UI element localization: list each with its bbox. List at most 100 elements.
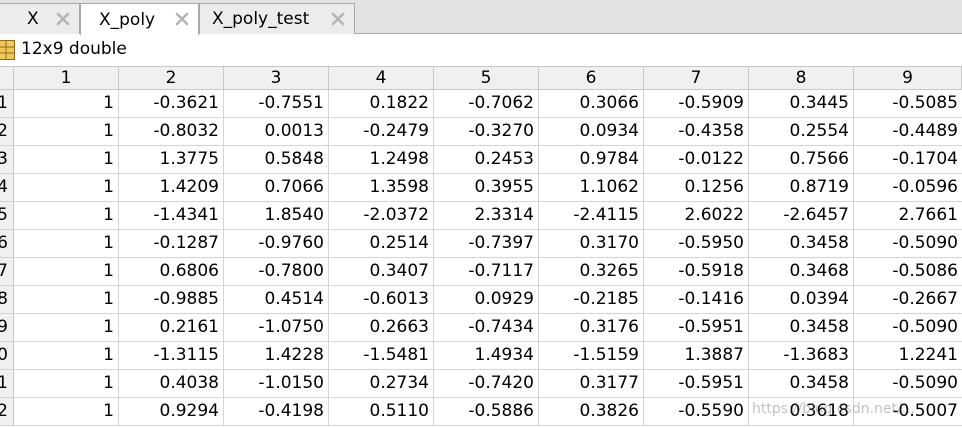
table-cell[interactable]: 2.6022	[644, 202, 749, 229]
table-cell[interactable]: 0.2161	[119, 314, 224, 341]
table-cell[interactable]: 1	[14, 202, 119, 229]
table-cell[interactable]: 1	[14, 174, 119, 201]
table-cell[interactable]: 0.3458	[749, 230, 854, 257]
table-cell[interactable]: 1.3775	[119, 146, 224, 173]
column-header[interactable]: 8	[749, 67, 854, 89]
table-cell[interactable]: -2.4115	[539, 202, 644, 229]
table-cell[interactable]: -0.4489	[854, 118, 962, 145]
table-cell[interactable]: 1	[14, 398, 119, 425]
table-cell[interactable]: 0.9784	[539, 146, 644, 173]
table-cell[interactable]: 1	[14, 90, 119, 117]
table-cell[interactable]: 1.4228	[224, 342, 329, 369]
table-cell[interactable]: 0.3458	[749, 370, 854, 397]
close-icon[interactable]	[329, 10, 347, 28]
row-header[interactable]: 3	[0, 146, 14, 173]
row-header[interactable]: 12	[0, 398, 14, 425]
table-cell[interactable]: 1	[14, 118, 119, 145]
table-cell[interactable]: 0.9294	[119, 398, 224, 425]
table-cell[interactable]: -0.5951	[644, 370, 749, 397]
table-cell[interactable]: -0.5909	[644, 90, 749, 117]
table-cell[interactable]: -0.0122	[644, 146, 749, 173]
close-icon[interactable]	[173, 10, 191, 28]
row-header[interactable]: 2	[0, 118, 14, 145]
table-cell[interactable]: -0.5886	[434, 398, 539, 425]
column-header[interactable]: 7	[644, 67, 749, 89]
row-header[interactable]: 9	[0, 314, 14, 341]
table-cell[interactable]: 2.3314	[434, 202, 539, 229]
table-cell[interactable]: -0.7397	[434, 230, 539, 257]
table-cell[interactable]: 0.4514	[224, 286, 329, 313]
table-cell[interactable]: 0.5848	[224, 146, 329, 173]
table-cell[interactable]: 0.3826	[539, 398, 644, 425]
column-header[interactable]: 3	[224, 67, 329, 89]
table-cell[interactable]: 1.4934	[434, 342, 539, 369]
table-cell[interactable]: -0.7551	[224, 90, 329, 117]
table-cell[interactable]: -0.5590	[644, 398, 749, 425]
table-cell[interactable]: -2.6457	[749, 202, 854, 229]
table-cell[interactable]: 0.3176	[539, 314, 644, 341]
table-cell[interactable]: 0.3618	[749, 398, 854, 425]
table-cell[interactable]: 0.2554	[749, 118, 854, 145]
column-header[interactable]: 5	[434, 67, 539, 89]
table-cell[interactable]: 0.8719	[749, 174, 854, 201]
table-cell[interactable]: 0.0934	[539, 118, 644, 145]
table-cell[interactable]: -0.1704	[854, 146, 962, 173]
table-cell[interactable]: 0.2453	[434, 146, 539, 173]
table-cell[interactable]: -1.3115	[119, 342, 224, 369]
table-cell[interactable]: -1.5481	[329, 342, 434, 369]
table-cell[interactable]: -0.7062	[434, 90, 539, 117]
table-cell[interactable]: 1.3887	[644, 342, 749, 369]
table-cell[interactable]: -0.2479	[329, 118, 434, 145]
table-cell[interactable]: 0.7066	[224, 174, 329, 201]
table-cell[interactable]: 0.7566	[749, 146, 854, 173]
column-header[interactable]: 2	[119, 67, 224, 89]
row-header[interactable]: 4	[0, 174, 14, 201]
table-cell[interactable]: -0.3270	[434, 118, 539, 145]
table-cell[interactable]: -0.2185	[539, 286, 644, 313]
tab-x-poly-test[interactable]: X_poly_test	[199, 3, 355, 34]
table-cell[interactable]: 1.2498	[329, 146, 434, 173]
table-cell[interactable]: -0.2667	[854, 286, 962, 313]
table-cell[interactable]: 1	[14, 258, 119, 285]
row-header[interactable]: 8	[0, 286, 14, 313]
close-icon[interactable]	[54, 10, 72, 28]
table-cell[interactable]: -0.5086	[854, 258, 962, 285]
table-cell[interactable]: 0.1256	[644, 174, 749, 201]
table-cell[interactable]: 0.6806	[119, 258, 224, 285]
table-cell[interactable]: -0.7434	[434, 314, 539, 341]
table-cell[interactable]: -0.0596	[854, 174, 962, 201]
table-cell[interactable]: 0.3066	[539, 90, 644, 117]
table-cell[interactable]: -0.1287	[119, 230, 224, 257]
table-cell[interactable]: -0.3621	[119, 90, 224, 117]
table-cell[interactable]: 0.0929	[434, 286, 539, 313]
table-cell[interactable]: 0.3170	[539, 230, 644, 257]
table-cell[interactable]: 1	[14, 314, 119, 341]
table-cell[interactable]: -0.5950	[644, 230, 749, 257]
table-cell[interactable]: 1	[14, 286, 119, 313]
table-cell[interactable]: -2.0372	[329, 202, 434, 229]
table-cell[interactable]: -1.3683	[749, 342, 854, 369]
table-cell[interactable]: -0.6013	[329, 286, 434, 313]
table-cell[interactable]: -0.4358	[644, 118, 749, 145]
table-cell[interactable]: -1.5159	[539, 342, 644, 369]
table-cell[interactable]: -0.5090	[854, 314, 962, 341]
row-header[interactable]: 10	[0, 342, 14, 369]
table-cell[interactable]: -0.5918	[644, 258, 749, 285]
table-cell[interactable]: 0.2663	[329, 314, 434, 341]
table-cell[interactable]: 0.3445	[749, 90, 854, 117]
table-cell[interactable]: -1.4341	[119, 202, 224, 229]
table-cell[interactable]: 0.2734	[329, 370, 434, 397]
table-cell[interactable]: 1	[14, 146, 119, 173]
row-header[interactable]: 6	[0, 230, 14, 257]
table-cell[interactable]: -0.9760	[224, 230, 329, 257]
table-cell[interactable]: 1.2241	[854, 342, 962, 369]
tab-x-poly[interactable]: X_poly	[80, 3, 199, 35]
row-header[interactable]: 1	[0, 90, 14, 117]
table-cell[interactable]: 0.5110	[329, 398, 434, 425]
table-cell[interactable]: -0.5090	[854, 370, 962, 397]
row-header[interactable]: 11	[0, 370, 14, 397]
table-cell[interactable]: -0.7800	[224, 258, 329, 285]
table-cell[interactable]: 1.8540	[224, 202, 329, 229]
column-header[interactable]: 9	[854, 67, 962, 89]
table-cell[interactable]: 0.3468	[749, 258, 854, 285]
